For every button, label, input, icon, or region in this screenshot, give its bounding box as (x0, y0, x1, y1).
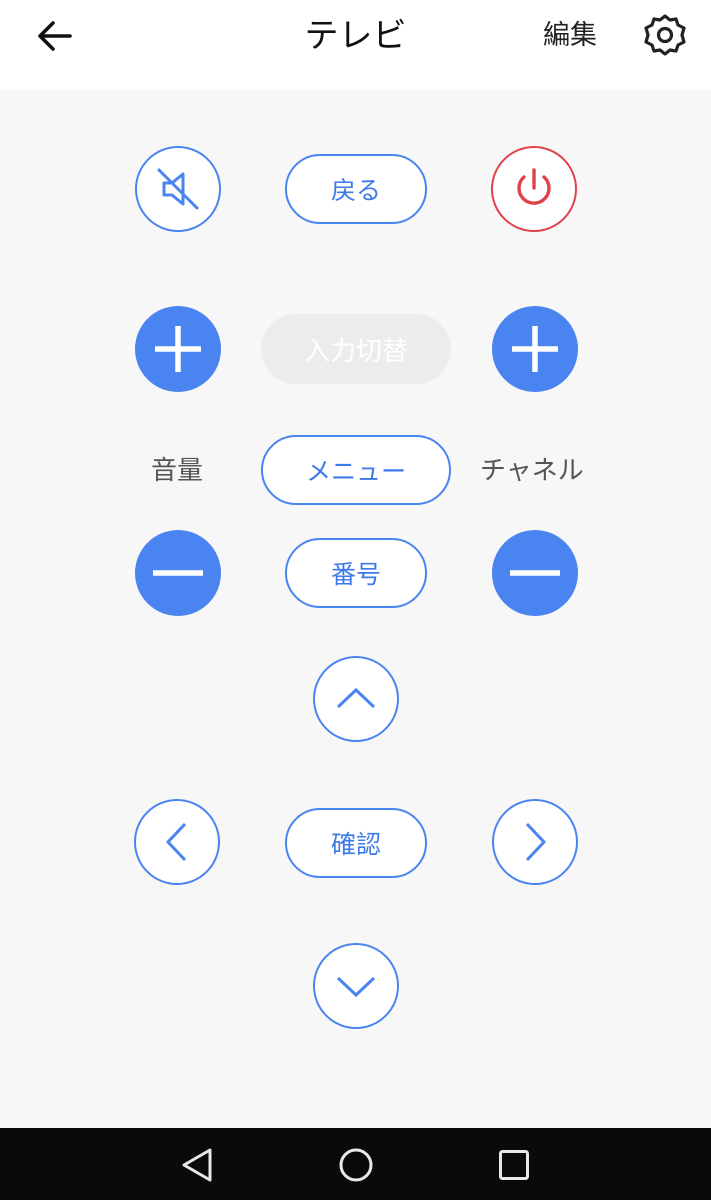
dpad-down-button[interactable] (313, 943, 399, 1029)
edit-button[interactable]: 編集 (532, 14, 608, 58)
chevron-up-icon (336, 687, 376, 709)
plus-icon (155, 326, 201, 372)
arrow-left-icon (38, 21, 72, 51)
minus-icon (510, 570, 560, 576)
nav-recents-button[interactable] (491, 1142, 537, 1188)
plus-icon (512, 326, 558, 372)
dpad-left-button[interactable] (134, 799, 220, 885)
chevron-left-icon (165, 822, 187, 862)
volume-up-button[interactable] (135, 306, 221, 392)
channel-down-button[interactable] (492, 530, 578, 616)
back-button[interactable] (30, 14, 80, 58)
system-navigation-bar (0, 1128, 711, 1200)
number-button[interactable]: 番号 (285, 538, 427, 608)
input-switch-button[interactable]: 入力切替 (261, 314, 451, 384)
channel-up-button[interactable] (492, 306, 578, 392)
volume-down-button[interactable] (135, 530, 221, 616)
gear-icon (644, 14, 686, 56)
volume-label: 音量 (151, 456, 204, 486)
dpad-right-button[interactable] (492, 799, 578, 885)
nav-back-icon (182, 1148, 212, 1182)
menu-button[interactable]: メニュー (261, 435, 451, 505)
ok-button[interactable]: 確認 (285, 808, 427, 878)
channel-label: チャネル (480, 456, 584, 486)
chevron-down-icon (336, 976, 376, 998)
back-remote-button[interactable]: 戻る (285, 154, 427, 224)
nav-home-icon (339, 1148, 373, 1182)
nav-back-button[interactable] (174, 1142, 220, 1188)
minus-icon (153, 570, 203, 576)
top-app-bar: テレビ 編集 (0, 0, 711, 90)
power-icon (517, 168, 551, 205)
nav-recents-icon (499, 1150, 529, 1180)
mute-button[interactable] (135, 146, 221, 232)
settings-button[interactable] (638, 10, 692, 60)
nav-home-button[interactable] (333, 1142, 379, 1188)
chevron-right-icon (525, 822, 547, 862)
dpad-up-button[interactable] (313, 656, 399, 742)
mute-icon (157, 168, 199, 210)
power-button[interactable] (491, 146, 577, 232)
